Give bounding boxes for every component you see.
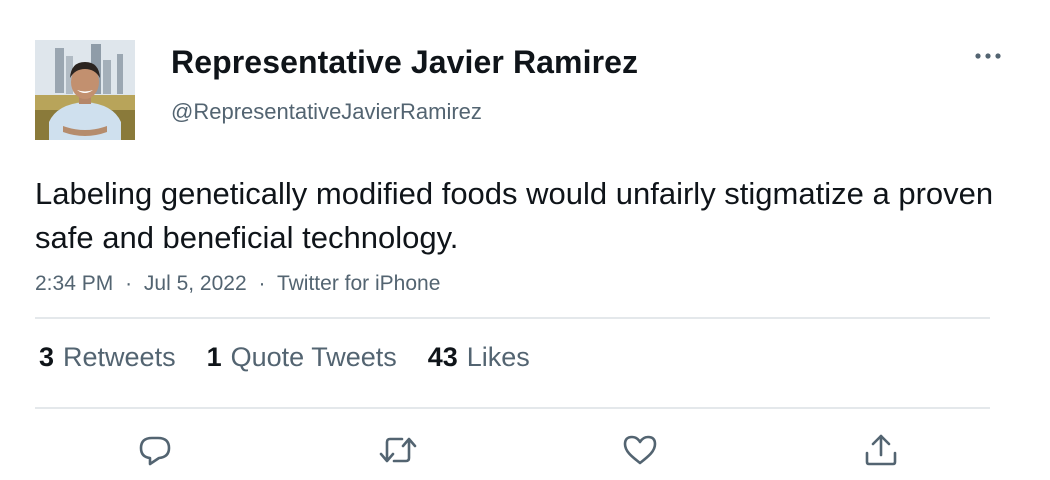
quote-tweets-label: Quote Tweets (230, 342, 397, 372)
likes-label: Likes (466, 342, 530, 372)
share-icon (865, 434, 897, 466)
meta-separator: · (258, 272, 266, 295)
display-name[interactable]: Representative Javier Ramirez (171, 44, 638, 81)
quote-tweets-stat[interactable]: 1 Quote Tweets (207, 342, 397, 373)
heart-icon (623, 435, 657, 465)
retweets-count: 3 (39, 342, 55, 372)
like-button[interactable] (620, 430, 660, 470)
share-button[interactable] (861, 430, 901, 470)
divider (35, 317, 990, 319)
more-options-button[interactable] (970, 44, 1006, 68)
quote-tweets-count: 1 (206, 342, 222, 372)
tweet-text: Labeling genetically modified foods woul… (35, 176, 994, 255)
tweet-date[interactable]: Jul 5, 2022 (144, 272, 247, 295)
retweet-button[interactable] (378, 430, 418, 470)
retweets-stat[interactable]: 3 Retweets (39, 342, 176, 373)
likes-stat[interactable]: 43 Likes (428, 342, 530, 373)
reply-button[interactable] (135, 430, 175, 470)
tweet-source[interactable]: Twitter for iPhone (277, 272, 440, 295)
tweet-meta: 2:34 PM · Jul 5, 2022 · Twitter for iPho… (35, 272, 440, 296)
retweet-icon (379, 437, 417, 463)
user-handle[interactable]: @RepresentativeJavierRamirez (171, 99, 482, 125)
retweets-label: Retweets (63, 342, 176, 372)
more-horizontal-icon (975, 53, 1001, 59)
reply-icon (139, 436, 171, 466)
likes-count: 43 (427, 342, 458, 372)
tweet-stats: 3 Retweets 1 Quote Tweets 43 Likes (39, 342, 561, 373)
meta-separator: · (125, 272, 133, 295)
divider (35, 407, 990, 409)
tweet-time[interactable]: 2:34 PM (35, 272, 113, 295)
avatar[interactable] (35, 40, 135, 140)
